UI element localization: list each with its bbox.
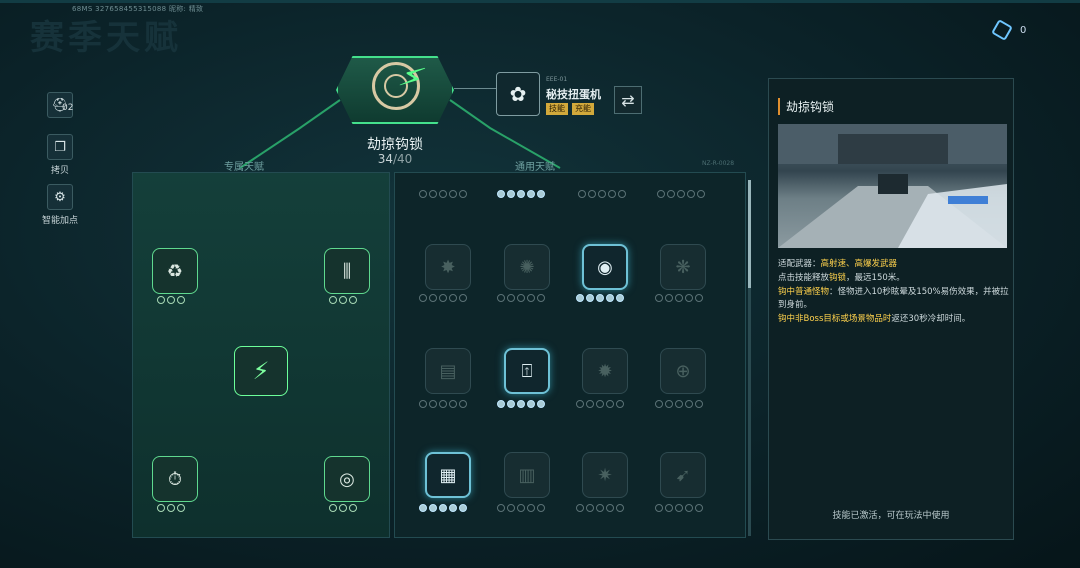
node-level-dots [497, 294, 545, 302]
node-level-dots [157, 296, 185, 304]
node-level-dots [576, 400, 624, 408]
blast-icon: ✷ [597, 464, 613, 486]
recycle-icon: ♻ [166, 260, 184, 282]
timer-icon: ⏱ [167, 468, 183, 490]
talent-node-hook-strike[interactable]: ⚡ [234, 346, 288, 396]
door-icon: ⍐ [521, 360, 533, 382]
talent-node-gauge[interactable]: ◎ [324, 456, 370, 502]
arrow-icon: ➹ [675, 464, 691, 486]
talent-node-card[interactable]: ▤ [425, 348, 471, 394]
info-line-4: 钩中非Boss目标或场景物品时返还30秒冷却时间。 [778, 314, 971, 324]
exclusive-talent-label: 专属天赋 [224, 162, 264, 173]
info-line-3: 钩中普通怪物：怪物进入10秒眩晕及150%易伤效果，并被拉到身前。 [778, 287, 1009, 310]
panel-code: NZ-R-0028 [702, 160, 735, 167]
cards-icon: ▦ [439, 464, 457, 486]
info-title: 劫掠钩锁 [778, 98, 834, 115]
core-skill-points: 34/40 [377, 152, 413, 166]
node-level-dots [419, 190, 467, 198]
common-talent-label: 通用天赋 [515, 162, 555, 173]
talent-node-door[interactable]: ⍐ [504, 348, 550, 394]
talent-node-book[interactable]: ▥ [504, 452, 550, 498]
wings-icon: ❋ [675, 256, 691, 278]
gadget-code: EEE-01 [546, 76, 568, 83]
node-level-dots [157, 504, 185, 512]
gadget-icon: ✿ [509, 82, 527, 106]
node-level-dots [329, 504, 357, 512]
node-level-dots [657, 190, 705, 198]
info-line-2: 点击技能释放钩锁，最远150米。 [778, 273, 905, 283]
talent-node-blast[interactable]: ✷ [582, 452, 628, 498]
node-level-dots [419, 400, 467, 408]
talent-node-timer[interactable]: ⏱ [152, 456, 198, 502]
talent-node-burst[interactable]: ✺ [504, 244, 550, 290]
node-level-dots [576, 504, 624, 512]
node-level-dots [497, 190, 545, 198]
book-icon: ▥ [518, 464, 536, 486]
talent-node-eye[interactable]: ◉ [582, 244, 628, 290]
gadget-name: 秘技扭蛋机 [546, 88, 601, 101]
node-level-dots [497, 400, 545, 408]
node-level-dots [655, 504, 703, 512]
gadget-slot[interactable]: ✿ [496, 72, 540, 116]
strike-icon: ⚡ [252, 357, 270, 385]
node-level-dots [419, 294, 467, 302]
talent-node-wings[interactable]: ❋ [660, 244, 706, 290]
gauge-icon: ◎ [339, 468, 355, 490]
talent-node-crosshair[interactable]: ⊕ [660, 348, 706, 394]
talent-node-fire[interactable]: ✹ [582, 348, 628, 394]
info-weapon-line: 适配武器：高射速、高爆发武器 [778, 259, 898, 269]
ammo-icon: ⫼ [342, 260, 352, 282]
talent-node-cards[interactable]: ▦ [425, 452, 471, 498]
node-level-dots [329, 296, 357, 304]
node-level-dots [655, 294, 703, 302]
talent-node-arrow[interactable]: ➹ [660, 452, 706, 498]
node-level-dots [578, 190, 626, 198]
burst-icon: ✺ [519, 256, 535, 278]
scrollbar-thumb[interactable] [748, 180, 751, 288]
swap-icon: ⇄ [621, 90, 635, 110]
activation-note: 技能已激活，可在玩法中使用 [832, 511, 950, 521]
eye-icon: ◉ [597, 256, 613, 278]
crosshair-icon: ⊕ [675, 360, 691, 382]
node-level-dots [576, 294, 624, 302]
flame-icon: ✸ [440, 256, 456, 278]
card-icon: ▤ [439, 360, 457, 382]
node-level-dots [497, 504, 545, 512]
gadget-link [454, 88, 498, 89]
skill-preview-image [778, 124, 1007, 248]
node-level-dots [419, 504, 467, 512]
preview-scene [778, 124, 1007, 248]
fire-icon: ✹ [597, 360, 613, 382]
gadget-tag-skill: 技能 [546, 103, 568, 115]
gadget-tag-charge: 充能 [572, 103, 594, 115]
talent-node-ammo[interactable]: ⫼ [324, 248, 370, 294]
node-level-dots [655, 400, 703, 408]
swap-button[interactable]: ⇄ [614, 86, 642, 114]
core-skill-name: 劫掠钩锁 [367, 137, 423, 153]
talent-node-flame[interactable]: ✸ [425, 244, 471, 290]
talent-node-recycle[interactable]: ♻ [152, 248, 198, 294]
